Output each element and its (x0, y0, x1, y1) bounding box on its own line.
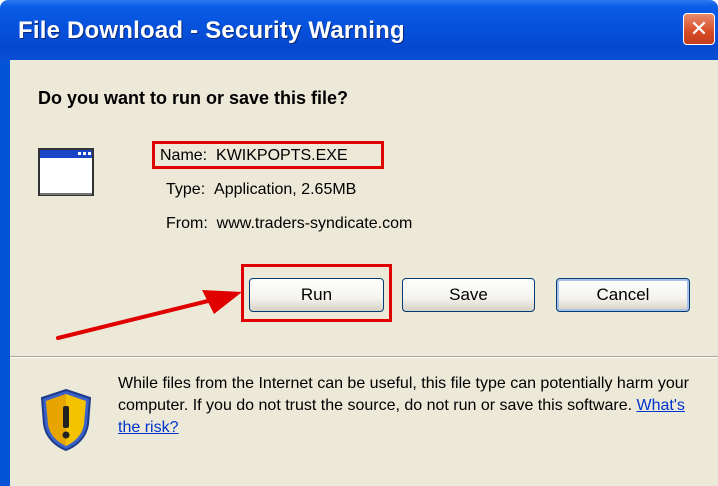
file-type-row: Type: Application, 2.65MB (166, 181, 356, 199)
shield-warning-icon (40, 388, 92, 452)
warning-text-block: While files from the Internet can be use… (118, 373, 708, 439)
name-highlight-box (152, 141, 384, 169)
close-icon: ✕ (689, 16, 709, 41)
warning-text: While files from the Internet can be use… (118, 375, 689, 414)
window-frame (0, 60, 10, 486)
cancel-button[interactable]: Cancel (556, 278, 690, 312)
file-source: www.traders-syndicate.com (216, 215, 413, 232)
file-source-row: From: www.traders-syndicate.com (166, 215, 412, 233)
application-window-icon (38, 148, 94, 196)
dialog-question: Do you want to run or save this file? (38, 88, 349, 108)
window-title: File Download - Security Warning (18, 17, 405, 44)
close-button[interactable]: ✕ (683, 13, 715, 45)
save-button[interactable]: Save (402, 278, 535, 312)
run-button[interactable]: Run (249, 278, 384, 312)
title-bar: File Download - Security Warning ✕ (0, 0, 718, 60)
type-label: Type: (166, 181, 206, 198)
from-label: From: (166, 215, 208, 232)
file-type: Application, 2.65MB (214, 181, 357, 198)
red-arrow-annotation (56, 290, 242, 340)
